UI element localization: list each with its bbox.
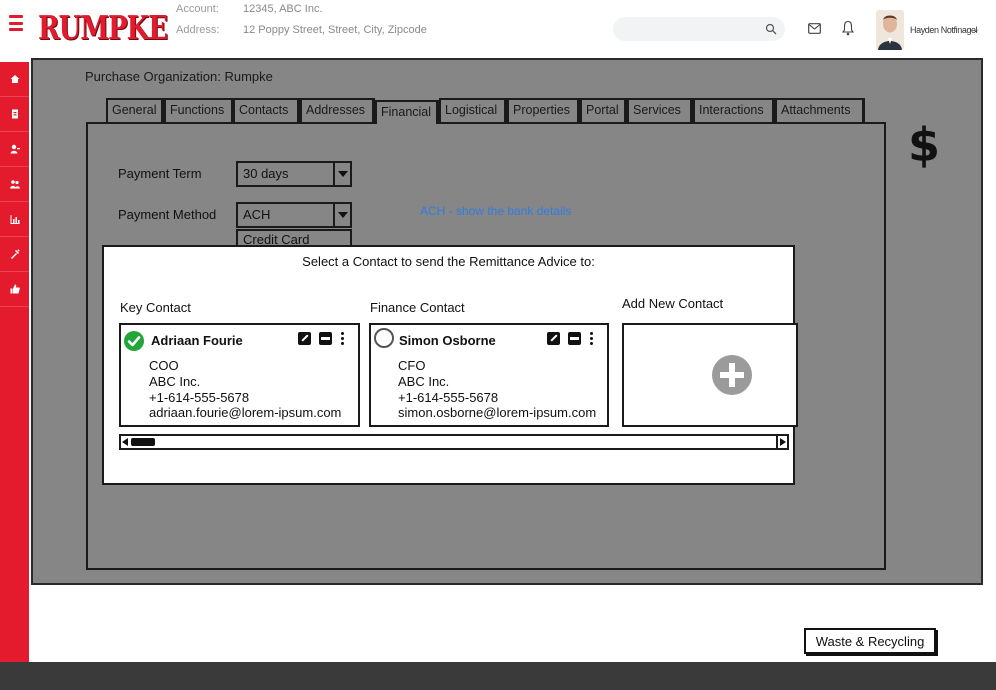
remove-icon[interactable]: [568, 331, 581, 345]
contact-card-key[interactable]: Adriaan Fourie COO ABC Inc. +1-614-555-5…: [119, 323, 360, 427]
tab-properties[interactable]: Properties: [507, 98, 580, 122]
remittance-contact-modal: Select a Contact to send the Remittance …: [102, 245, 798, 485]
key-contact-label: Key Contact: [120, 300, 191, 315]
account-label: Account:: [176, 3, 219, 15]
tab-attachments[interactable]: Attachments: [775, 98, 865, 122]
add-contact-label: Add New Contact: [622, 296, 724, 311]
address-value: 12 Poppy Street, Street, City, Zipcode: [243, 24, 427, 36]
sidebar-item-users[interactable]: [0, 167, 29, 202]
sidebar-item-home[interactable]: [0, 62, 29, 97]
payment-term-label: Payment Term: [118, 166, 202, 181]
tab-functions[interactable]: Functions: [164, 98, 234, 122]
contact-name: Adriaan Fourie: [151, 333, 243, 348]
bell-icon[interactable]: [842, 20, 854, 36]
contact-phone: +1-614-555-5678: [149, 390, 250, 405]
account-value: 12345, ABC Inc.: [243, 3, 323, 15]
waste-recycling-button[interactable]: Waste & Recycling: [804, 628, 936, 654]
scroll-right-icon[interactable]: [780, 438, 786, 446]
contact-card-tools: [298, 331, 344, 345]
mail-icon[interactable]: [808, 23, 821, 34]
ach-note: ACH - show the bank details: [420, 204, 572, 218]
scroll-left-icon[interactable]: [122, 438, 128, 446]
more-options-icon[interactable]: [340, 331, 344, 345]
contact-card-finance[interactable]: Simon Osborne CFO ABC Inc. +1-614-555-56…: [369, 323, 609, 427]
payment-method-select[interactable]: ACH: [236, 202, 352, 228]
contact-company: ABC Inc.: [149, 374, 201, 389]
rumpke-logo[interactable]: RUMPKE: [38, 10, 168, 48]
tab-general[interactable]: General: [106, 98, 164, 122]
modal-title: Select a Contact to send the Remittance …: [302, 254, 595, 269]
footer-bar: [0, 662, 996, 690]
thumbs-up-icon: [10, 284, 20, 294]
edit-pencil-icon[interactable]: [547, 331, 560, 345]
scroll-divider: [776, 434, 778, 450]
contact-email: simon.osborne@lorem-ipsum.com: [398, 405, 597, 420]
tab-addresses[interactable]: Addresses: [300, 98, 375, 122]
finance-contact-label: Finance Contact: [370, 300, 465, 315]
sidebar: [0, 62, 29, 662]
contact-email: adriaan.fourie@lorem-ipsum.com: [149, 405, 342, 420]
unselected-radio-icon[interactable]: [374, 328, 394, 348]
tab-logistical[interactable]: Logistical: [439, 98, 507, 122]
horizontal-scrollbar[interactable]: [119, 434, 789, 450]
sidebar-item-tools[interactable]: [0, 237, 29, 272]
tab-financial[interactable]: Financial: [375, 100, 439, 124]
tab-contacts[interactable]: Contacts: [233, 98, 300, 122]
user-icon: [10, 144, 20, 154]
sidebar-item-documents[interactable]: [0, 97, 29, 132]
tab-interactions[interactable]: Interactions: [693, 98, 775, 122]
search-input[interactable]: [613, 17, 753, 41]
user-menu-chevron-icon[interactable]: ⌄: [972, 24, 980, 35]
contact-title: COO: [149, 358, 179, 373]
payment-term-value: 30 days: [243, 166, 289, 181]
scroll-thumb[interactable]: [131, 438, 155, 446]
hamburger-menu-icon[interactable]: [9, 15, 23, 31]
document-icon: [11, 109, 18, 119]
user-name[interactable]: Hayden Notfinagel: [910, 25, 978, 35]
home-icon: [10, 75, 19, 83]
top-header: RUMPKE Account: 12345, ABC Inc. Address:…: [0, 0, 996, 58]
payment-method-value: ACH: [243, 207, 271, 222]
sidebar-item-feedback[interactable]: [0, 272, 29, 307]
chart-icon: [10, 215, 19, 224]
users-icon: [9, 180, 20, 189]
contact-card-tools: [547, 331, 593, 345]
edit-pencil-icon[interactable]: [298, 331, 311, 345]
payment-term-select[interactable]: 30 days: [236, 161, 352, 187]
contact-phone: +1-614-555-5678: [398, 390, 499, 405]
user-avatar[interactable]: [876, 10, 904, 50]
selected-check-icon[interactable]: [124, 331, 144, 351]
address-label: Address:: [176, 24, 220, 36]
more-options-icon[interactable]: [589, 331, 593, 345]
tab-portal[interactable]: Portal: [580, 98, 627, 122]
sidebar-item-reports[interactable]: [0, 202, 29, 237]
chevron-down-icon[interactable]: [333, 204, 350, 226]
tools-icon: [10, 249, 19, 259]
chevron-down-icon[interactable]: [333, 163, 350, 185]
search-icon[interactable]: [765, 23, 777, 35]
contact-title: CFO: [398, 358, 426, 373]
payment-method-label: Payment Method: [118, 207, 217, 222]
page-title: Purchase Organization: Rumpke: [85, 69, 273, 84]
add-plus-icon[interactable]: [712, 355, 752, 395]
tab-services[interactable]: Services: [627, 98, 693, 122]
sidebar-item-user[interactable]: [0, 132, 29, 167]
contact-company: ABC Inc.: [398, 374, 450, 389]
contact-name: Simon Osborne: [399, 333, 496, 348]
remove-icon[interactable]: [319, 331, 332, 345]
add-contact-card[interactable]: [622, 323, 798, 427]
currency-dollar-icon: $: [908, 118, 941, 172]
search-box: [613, 17, 785, 41]
